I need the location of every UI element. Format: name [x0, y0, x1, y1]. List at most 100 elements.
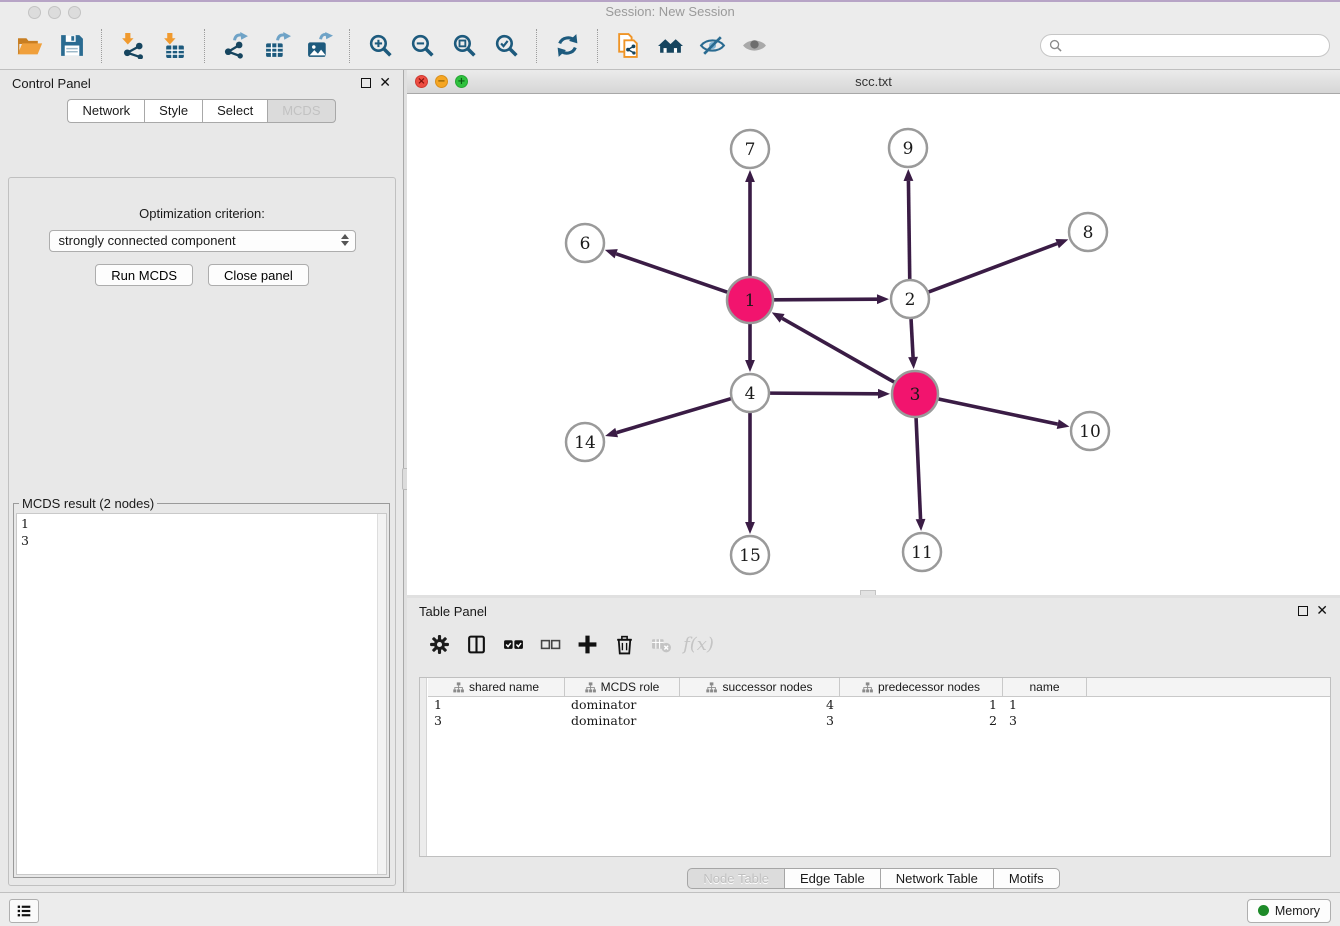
edge-3-10[interactable]: [938, 399, 1057, 424]
node-table[interactable]: shared nameMCDS rolesuccessor nodesprede…: [419, 677, 1331, 857]
mcds-result-scrollbar[interactable]: [377, 514, 386, 874]
table-cell[interactable]: dominator: [565, 713, 680, 729]
select-all-icon[interactable]: [495, 631, 532, 657]
criterion-select[interactable]: strongly connected component: [49, 230, 356, 252]
node-2[interactable]: 2: [891, 280, 929, 318]
memory-button-label: Memory: [1275, 904, 1320, 918]
node-4[interactable]: 4: [731, 374, 769, 412]
column-header-name[interactable]: name: [1003, 678, 1087, 696]
maximize-window-icon[interactable]: [68, 6, 81, 19]
close-table-panel-icon[interactable]: ✕: [1316, 606, 1328, 616]
column-header-successor-nodes[interactable]: successor nodes: [680, 678, 840, 696]
canvas-splitter-grip[interactable]: [860, 590, 876, 595]
show-details-icon[interactable]: [739, 31, 769, 61]
mcds-result-title: MCDS result (2 nodes): [19, 496, 157, 511]
export-image-icon[interactable]: [304, 31, 334, 61]
table-row[interactable]: 3dominator323: [428, 713, 1330, 729]
edge-2-8[interactable]: [929, 244, 1057, 292]
edge-1-6[interactable]: [616, 254, 727, 292]
minimize-window-icon[interactable]: [48, 6, 61, 19]
edge-3-1[interactable]: [782, 318, 894, 382]
toolbar-separator: [349, 29, 350, 63]
close-window-icon[interactable]: [28, 6, 41, 19]
table-cell[interactable]: dominator: [565, 697, 680, 713]
tab-edge-table[interactable]: Edge Table: [784, 868, 880, 889]
node-1[interactable]: 1: [727, 277, 773, 323]
table-cell[interactable]: 1: [840, 697, 1003, 713]
float-panel-icon[interactable]: [361, 78, 371, 88]
table-settings-gear-icon[interactable]: [421, 631, 458, 657]
network-window: × − + scc.txt 7 9 6 8 1 2 4 3 14 10 15 11: [407, 70, 1340, 595]
edge-2-3[interactable]: [911, 319, 913, 357]
search-icon: [1049, 39, 1062, 52]
zoom-out-icon[interactable]: [407, 31, 437, 61]
table-row[interactable]: 1dominator411: [428, 697, 1330, 713]
node-14[interactable]: 14: [566, 423, 604, 461]
table-panel-title: Table Panel: [419, 604, 487, 619]
tab-node-table[interactable]: Node Table: [687, 868, 784, 889]
edge-2-9[interactable]: [908, 181, 909, 279]
hide-details-icon[interactable]: [697, 31, 727, 61]
float-table-panel-icon[interactable]: [1298, 606, 1308, 616]
node-3[interactable]: 3: [892, 371, 938, 417]
edge-4-3[interactable]: [770, 393, 878, 394]
open-file-icon[interactable]: [14, 31, 44, 61]
control-panel-title: Control Panel: [12, 76, 91, 91]
delete-column-icon[interactable]: [606, 631, 643, 657]
table-cell[interactable]: 3: [680, 713, 840, 729]
table-cell[interactable]: 3: [428, 713, 565, 729]
tab-mcds[interactable]: MCDS: [267, 99, 335, 123]
add-column-icon[interactable]: [569, 631, 606, 657]
node-6[interactable]: 6: [566, 224, 604, 262]
memory-button[interactable]: Memory: [1247, 899, 1331, 923]
node-8[interactable]: 8: [1069, 213, 1107, 251]
node-7[interactable]: 7: [731, 130, 769, 168]
node-15[interactable]: 15: [731, 536, 769, 574]
zoom-selected-icon[interactable]: [491, 31, 521, 61]
network-graph: 7 9 6 8 1 2 4 3 14 10 15 11: [407, 94, 1338, 595]
tab-network-table[interactable]: Network Table: [880, 868, 993, 889]
mcds-result-box[interactable]: 1 3: [16, 513, 387, 875]
import-network-icon[interactable]: [117, 31, 147, 61]
show-column-icon[interactable]: [458, 631, 495, 657]
close-panel-button[interactable]: Close panel: [208, 264, 309, 286]
node-9[interactable]: 9: [889, 129, 927, 167]
table-row-gutter: [420, 678, 427, 856]
table-cell[interactable]: 1: [1003, 697, 1087, 713]
search-field[interactable]: [1040, 34, 1330, 57]
search-input[interactable]: [1067, 39, 1321, 53]
new-network-from-selection-icon[interactable]: [613, 31, 643, 61]
node-11[interactable]: 11: [903, 533, 941, 571]
network-window-titlebar: × − + scc.txt: [407, 70, 1340, 94]
table-body: 1dominator4113dominator323: [420, 697, 1330, 729]
save-session-icon[interactable]: [56, 31, 86, 61]
tab-network[interactable]: Network: [67, 99, 144, 123]
export-network-icon[interactable]: [220, 31, 250, 61]
zoom-fit-icon[interactable]: [449, 31, 479, 61]
apply-layout-icon[interactable]: [552, 31, 582, 61]
tab-motifs[interactable]: Motifs: [993, 868, 1060, 889]
close-panel-icon[interactable]: ✕: [379, 78, 391, 88]
mcds-result-text: 1 3: [17, 514, 386, 550]
unselect-all-icon[interactable]: [532, 631, 569, 657]
run-mcds-button[interactable]: Run MCDS: [95, 264, 193, 286]
table-cell[interactable]: 3: [1003, 713, 1087, 729]
tab-select[interactable]: Select: [202, 99, 267, 123]
column-header-MCDS-role[interactable]: MCDS role: [565, 678, 680, 696]
import-table-icon[interactable]: [159, 31, 189, 61]
table-cell[interactable]: 1: [428, 697, 565, 713]
edge-4-14[interactable]: [617, 399, 731, 433]
table-cell[interactable]: 4: [680, 697, 840, 713]
table-cell[interactable]: 2: [840, 713, 1003, 729]
column-header-predecessor-nodes[interactable]: predecessor nodes: [840, 678, 1003, 696]
task-history-button[interactable]: [9, 899, 39, 923]
column-header-shared-name[interactable]: shared name: [428, 678, 565, 696]
network-canvas[interactable]: 7 9 6 8 1 2 4 3 14 10 15 11: [407, 94, 1340, 595]
edge-1-2[interactable]: [774, 299, 877, 300]
tab-style[interactable]: Style: [144, 99, 202, 123]
edge-3-11[interactable]: [916, 418, 920, 519]
export-table-icon[interactable]: [262, 31, 292, 61]
home-icon[interactable]: [655, 31, 685, 61]
node-10[interactable]: 10: [1071, 412, 1109, 450]
zoom-in-icon[interactable]: [365, 31, 395, 61]
